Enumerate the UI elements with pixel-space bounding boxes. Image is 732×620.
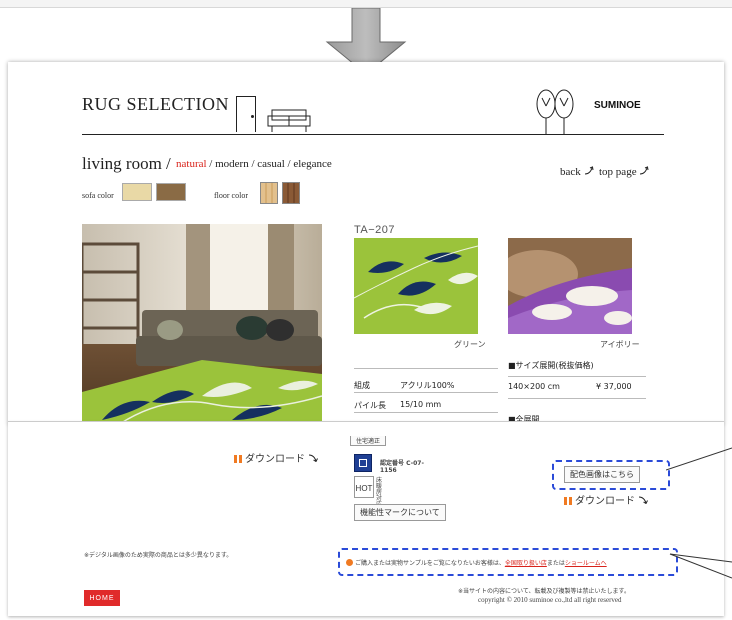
product-code: TA−207 xyxy=(354,224,396,236)
room-title: living room / xyxy=(82,154,171,173)
brand-title: RUG SELECTION xyxy=(82,94,229,114)
curved-arrow-icon xyxy=(639,496,649,505)
door-knob xyxy=(251,115,254,118)
download-link-photo[interactable]: ダウンロード xyxy=(234,450,319,465)
top-strip xyxy=(0,0,732,8)
sample-note-mid: または xyxy=(546,560,565,567)
copyright: copyright © 2010 suminoe co.,ltd all rig… xyxy=(478,596,622,604)
spec-value-pile: 15/10 mm xyxy=(400,400,442,409)
size-heading: ■サイズ展開(税抜価格) xyxy=(508,361,594,370)
price-value: ¥ 37,000 xyxy=(596,382,632,391)
sample-note: ご購入または実物サンプルをご覧になりたいお客様は、全国取り扱い店またはショールー… xyxy=(346,558,607,567)
suitability-tab: 住宅適正 xyxy=(350,436,387,446)
curved-arrow-icon xyxy=(584,166,594,175)
style-separator: / xyxy=(248,158,258,170)
style-link-modern[interactable]: modern xyxy=(215,158,249,170)
style-nav: natural / modern / casual / elegance xyxy=(176,158,332,170)
curved-arrow-icon xyxy=(640,166,649,175)
sofa-swatch-brown[interactable] xyxy=(156,183,186,201)
digital-image-note: ※デジタル画像のため実際の商品とは多少異なります。 xyxy=(84,552,233,559)
curved-arrow-icon xyxy=(309,454,319,463)
sofa-illustration xyxy=(267,109,311,132)
showroom-link[interactable]: ショールームへ xyxy=(565,560,607,567)
floor-swatch-dark[interactable] xyxy=(282,182,300,204)
style-link-elegance[interactable]: elegance xyxy=(293,158,331,170)
color-image-button[interactable]: 配色画像はこちら xyxy=(564,466,640,483)
orange-bullet-icon xyxy=(346,559,353,566)
divider xyxy=(354,412,498,413)
rug-thumb-green[interactable] xyxy=(354,238,478,334)
back-link[interactable]: back xyxy=(560,166,594,178)
download-link-color[interactable]: ダウンロード xyxy=(564,492,649,507)
hot-mark-icon: HOT xyxy=(354,476,374,498)
download-label: ダウンロード xyxy=(245,454,305,465)
home-label: HOME xyxy=(89,594,115,602)
download-icon xyxy=(564,497,572,505)
spec-value-composition: アクリル100% xyxy=(400,381,455,390)
top-page-link[interactable]: top page xyxy=(599,166,649,178)
style-link-natural[interactable]: natural xyxy=(176,158,207,170)
floor-swatch-light[interactable] xyxy=(260,182,278,204)
function-mark-button[interactable]: 機能性マークについて xyxy=(354,504,446,521)
rug-page-top: RUG SELECTION SUMINOE living room / natu… xyxy=(8,62,724,434)
home-button[interactable]: HOME xyxy=(84,590,120,606)
rug-page-bottom: ダウンロード 住宅適正 認定番号 C-07-1156 HOT 床暖房対応 機能性… xyxy=(8,422,724,616)
cert-number: 認定番号 C-07-1156 xyxy=(380,460,424,474)
rug-thumb-ivory[interactable] xyxy=(508,238,632,334)
spec-label-pile: パイル長 xyxy=(354,401,386,410)
certification-mark-icon xyxy=(354,454,372,472)
door-illustration xyxy=(236,96,256,132)
divider xyxy=(508,376,646,377)
sofa-swatch-beige[interactable] xyxy=(122,183,152,201)
copyright-note: ※当サイトの内容について、転載及び複製等は禁止いたします。 xyxy=(458,588,630,595)
download-icon xyxy=(234,455,242,463)
maker-logo: SUMINOE xyxy=(594,100,641,111)
divider xyxy=(354,392,498,393)
size-value: 140×200 cm xyxy=(508,382,560,391)
store-list-link[interactable]: 全国取り扱い店 xyxy=(505,560,547,567)
trees-illustration xyxy=(536,89,574,134)
spec-label-composition: 組成 xyxy=(354,381,370,390)
screenshot-stage: RUG SELECTION SUMINOE living room / natu… xyxy=(0,0,732,620)
hot-mark-label: HOT xyxy=(355,484,373,493)
top-page-label: top page xyxy=(599,166,637,178)
variant-caption-green: グリーン xyxy=(454,340,486,349)
sofa-color-label: sofa color xyxy=(82,191,114,200)
sample-note-prefix: ご購入または実物サンプルをご覧になりたいお客様は、 xyxy=(355,560,505,567)
divider xyxy=(354,368,498,369)
floor-color-label: floor color xyxy=(214,191,248,200)
header-rule xyxy=(82,134,664,135)
download-label: ダウンロード xyxy=(575,496,635,507)
callout-lines xyxy=(666,447,732,579)
divider xyxy=(508,398,646,399)
variant-caption-ivory: アイボリー xyxy=(600,340,640,349)
room-photo xyxy=(82,224,322,434)
back-label: back xyxy=(560,166,581,178)
style-link-casual[interactable]: casual xyxy=(257,158,284,170)
style-separator: / xyxy=(206,158,216,170)
